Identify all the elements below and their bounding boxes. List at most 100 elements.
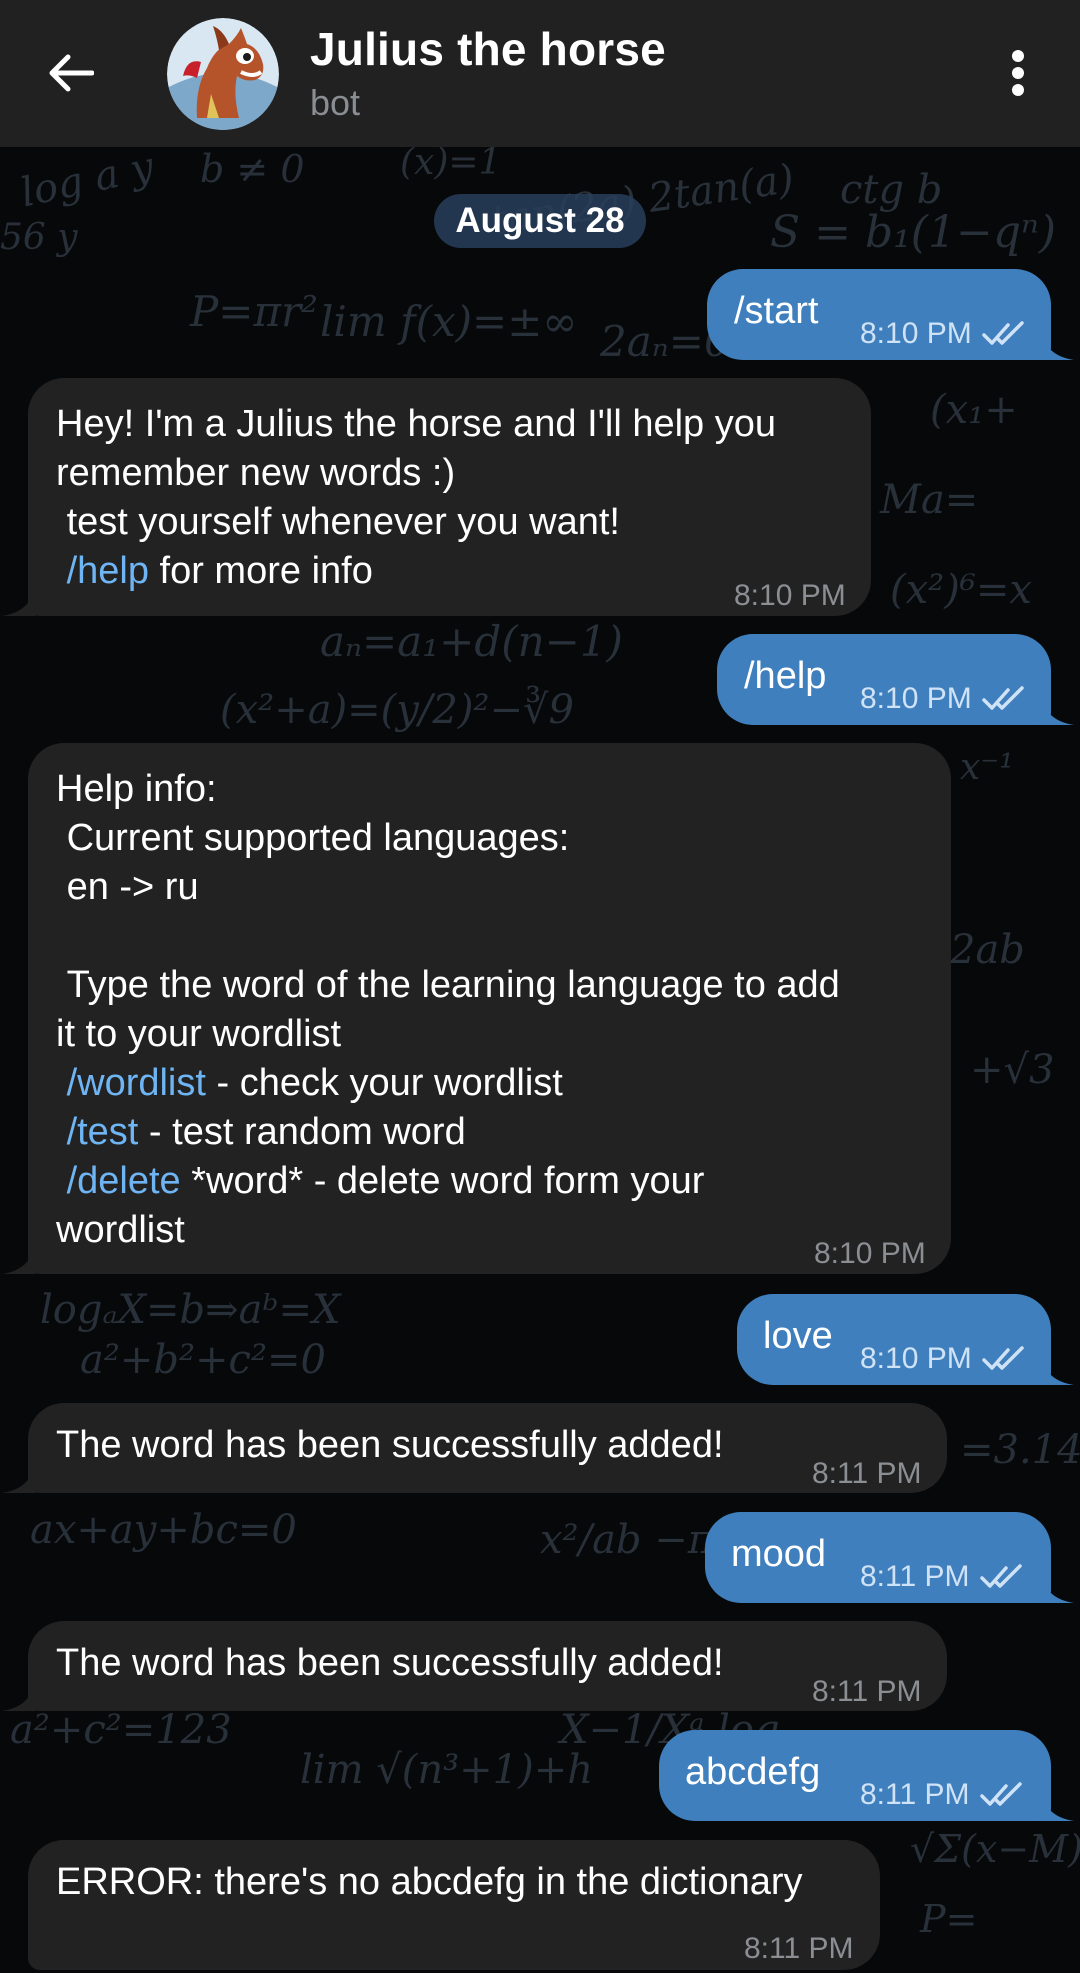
message-meta: 8:11 PM: [812, 1667, 922, 1716]
doodle: P=πr²: [190, 287, 318, 336]
message-text: The word has been successfully added!: [56, 1424, 724, 1466]
incoming-message[interactable]: The word has been successfully added! 8:…: [28, 1403, 947, 1493]
message-meta: 8:10 PM: [860, 1334, 1026, 1383]
double-check-icon: [981, 685, 1024, 710]
message-text: Help info: Current supported languages: …: [56, 768, 840, 1251]
doodle: +√3: [970, 1047, 1055, 1093]
message-time: 8:10 PM: [814, 1237, 926, 1270]
message-line: it to your wordlist: [56, 1013, 342, 1055]
outgoing-message[interactable]: love 8:10 PM: [737, 1294, 1051, 1385]
doodle: √Σ(x−M): [910, 1827, 1080, 1871]
bubble-tail: [1040, 330, 1074, 360]
double-check-icon: [981, 320, 1024, 345]
outgoing-message[interactable]: abcdefg 8:11 PM: [659, 1730, 1051, 1821]
message-line: en -> ru: [56, 866, 199, 908]
bubble-tail: [1040, 1573, 1074, 1603]
message-line: Hey! I'm a Julius the horse and I'll hel…: [56, 403, 776, 445]
message-text: /start: [734, 290, 819, 332]
message-line: Help info:: [56, 768, 217, 810]
double-check-icon: [979, 1781, 1022, 1806]
outgoing-message[interactable]: /start 8:10 PM: [707, 269, 1051, 360]
message-meta: 8:11 PM: [744, 1924, 854, 1973]
message-time: 8:10 PM: [734, 579, 846, 612]
doodle: Ma=: [880, 477, 979, 523]
doodle: 2ab: [950, 927, 1025, 973]
incoming-message[interactable]: Help info: Current supported languages: …: [28, 743, 951, 1274]
message-meta: 8:10 PM: [860, 309, 1026, 358]
incoming-message[interactable]: ERROR: there's no abcdefg in the diction…: [28, 1840, 880, 1970]
doodle: a²+c²=123: [10, 1707, 232, 1753]
incoming-message[interactable]: Hey! I'm a Julius the horse and I'll hel…: [28, 378, 871, 616]
doodle: (x²+a)=(y/2)²−∛9: [220, 687, 574, 733]
message-time: 8:11 PM: [860, 1560, 970, 1593]
message-meta: 8:11 PM: [812, 1449, 922, 1498]
message-text: love: [763, 1315, 833, 1357]
message-time: 8:10 PM: [860, 682, 972, 715]
message-time: 8:10 PM: [860, 317, 972, 350]
doodle: aₙ=a₁+d(n−1): [320, 617, 623, 666]
more-vertical-icon: [1012, 50, 1024, 96]
bubble-tail: [1040, 1791, 1074, 1821]
doodle: P=: [920, 1897, 978, 1941]
doodle: b ≠ 0: [200, 147, 305, 191]
doodle: (x₁+: [930, 387, 1018, 433]
chat-title[interactable]: Julius the horse: [310, 22, 666, 76]
message-text: mood: [731, 1533, 827, 1575]
bubble-tail: [2, 1463, 36, 1493]
double-check-icon: [981, 1345, 1024, 1370]
help-command-link[interactable]: /help: [67, 550, 149, 592]
message-line: wordlist: [56, 1209, 185, 1251]
chat-header: Julius the horse bot: [0, 0, 1080, 147]
message-meta: 8:10 PM: [734, 571, 846, 620]
bubble-tail: [2, 1244, 36, 1274]
bubble-tail: [1040, 1355, 1074, 1385]
wordlist-command-link[interactable]: /wordlist: [67, 1062, 206, 1104]
doodle: (x)=1: [400, 147, 502, 183]
doodle: logₐX=b⇒aᵇ=X: [40, 1287, 341, 1333]
delete-command-link[interactable]: /delete: [67, 1160, 181, 1202]
test-command-link[interactable]: /test: [67, 1111, 139, 1153]
message-time: 8:10 PM: [860, 1342, 972, 1375]
doodle: lim f(x)=±∞: [320, 297, 578, 346]
message-text: /help: [744, 655, 827, 697]
message-meta: 8:11 PM: [860, 1552, 1024, 1601]
message-time: 8:11 PM: [812, 1675, 922, 1708]
doodle: 56 y: [0, 217, 78, 258]
message-meta: 8:10 PM: [860, 674, 1026, 723]
message-time: 8:11 PM: [860, 1778, 970, 1811]
double-check-icon: [979, 1563, 1022, 1588]
avatar[interactable]: [167, 18, 279, 130]
incoming-message[interactable]: The word has been successfully added! 8:…: [28, 1621, 947, 1711]
bubble-tail: [2, 586, 36, 616]
doodle: =3.14: [960, 1427, 1080, 1473]
message-text: The word has been successfully added!: [56, 1642, 724, 1684]
bubble-tail: [1040, 695, 1074, 725]
bubble-tail: [2, 1681, 36, 1711]
arrow-left-icon: [49, 54, 94, 92]
doodle: x⁻¹: [960, 747, 1014, 788]
message-time: 8:11 PM: [812, 1457, 922, 1490]
doodle: lim √(n³+1)+h: [300, 1747, 593, 1793]
message-time: 8:11 PM: [744, 1932, 854, 1965]
chat-subtitle: bot: [310, 82, 361, 123]
doodle: log a y: [16, 147, 158, 217]
date-separator: August 28: [434, 194, 646, 248]
back-button[interactable]: [38, 40, 104, 106]
doodle: ax+ay+bc=0: [30, 1507, 297, 1553]
message-line: Type the word of the learning language t…: [56, 964, 840, 1006]
doodle: (x²)⁶=x: [890, 567, 1032, 613]
message-line: remember new words :): [56, 452, 456, 494]
message-meta: 8:10 PM: [814, 1229, 926, 1278]
horse-avatar-icon: [167, 18, 279, 130]
more-options-button[interactable]: [990, 40, 1046, 106]
message-text: Hey! I'm a Julius the horse and I'll hel…: [56, 403, 776, 592]
message-line: test yourself whenever you want!: [56, 501, 620, 543]
message-text: ERROR: there's no abcdefg in the diction…: [56, 1861, 803, 1903]
doodle: S = b₁(1−qⁿ): [770, 207, 1056, 258]
message-line: Current supported languages:: [56, 817, 570, 859]
outgoing-message[interactable]: mood 8:11 PM: [705, 1512, 1051, 1603]
message-text: abcdefg: [685, 1751, 821, 1793]
message-meta: 8:11 PM: [860, 1770, 1024, 1819]
doodle: a²+b²+c²=0: [80, 1337, 326, 1383]
outgoing-message[interactable]: /help 8:10 PM: [717, 634, 1051, 725]
